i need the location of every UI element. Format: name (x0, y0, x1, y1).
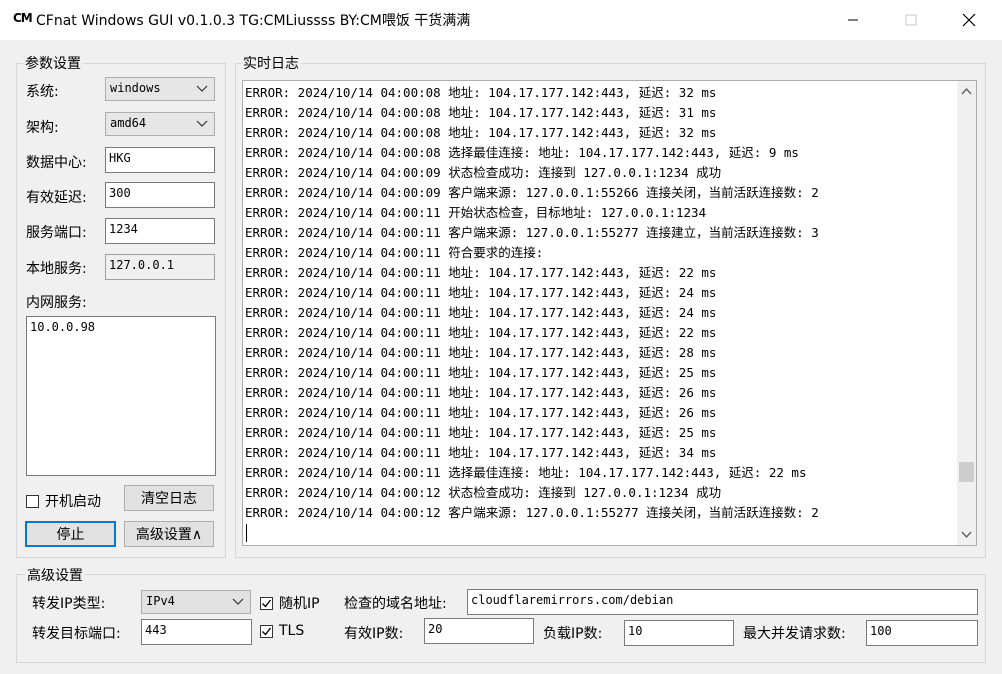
checkbox-box-checked (260, 596, 273, 610)
log-line: ERROR: 2024/10/14 04:00:11 地址: 104.17.17… (245, 285, 717, 300)
checkbox-box (26, 494, 39, 508)
scroll-down-icon[interactable] (961, 530, 972, 539)
checkmark-icon (262, 627, 272, 636)
datacenter-input[interactable]: HKG (105, 147, 215, 173)
log-line: ERROR: 2024/10/14 04:00:08 地址: 104.17.17… (245, 105, 717, 120)
minimize-button[interactable] (830, 0, 876, 40)
random-ip-label: 随机IP (279, 596, 320, 612)
title-bar[interactable]: CM CFnat Windows GUI v0.1.0.3 TG:CMLiuss… (0, 0, 1002, 40)
domain-input[interactable]: cloudflaremirrors.com/debian (467, 589, 978, 615)
log-line: ERROR: 2024/10/14 04:00:11 地址: 104.17.17… (245, 445, 717, 460)
scroll-up-icon[interactable] (961, 87, 972, 96)
log-line: ERROR: 2024/10/14 04:00:11 开始状态检查，目标地址: … (245, 205, 707, 220)
log-line: ERROR: 2024/10/14 04:00:09 客户端来源: 127.0.… (245, 185, 819, 200)
log-line: ERROR: 2024/10/14 04:00:12 客户端来源: 127.0.… (245, 505, 819, 520)
clear-log-button[interactable]: 清空日志 (124, 485, 214, 511)
log-group-title: 实时日志 (241, 53, 301, 73)
ip-type-select[interactable]: IPv4 (141, 590, 251, 614)
log-line: ERROR: 2024/10/14 04:00:08 选择最佳连接: 地址: 1… (245, 145, 799, 160)
service-port-input[interactable]: 1234 (105, 218, 215, 244)
log-line: ERROR: 2024/10/14 04:00:09 状态检查成功: 连接到 1… (245, 165, 722, 180)
autostart-label: 开机启动 (45, 494, 101, 510)
log-line: ERROR: 2024/10/14 04:00:11 地址: 104.17.17… (245, 305, 717, 320)
target-port-input[interactable]: 443 (141, 619, 252, 645)
advanced-toggle-button[interactable]: 高级设置∧ (124, 521, 214, 547)
log-line: ERROR: 2024/10/14 04:00:11 地址: 104.17.17… (245, 365, 717, 380)
delay-input[interactable]: 300 (105, 182, 215, 208)
minimize-icon (848, 19, 858, 21)
arch-select-value: amd64 (110, 116, 147, 130)
lan-service-label: 内网服务: (26, 295, 87, 311)
log-line: ERROR: 2024/10/14 04:00:11 地址: 104.17.17… (245, 405, 717, 420)
random-ip-checkbox[interactable]: 随机IP (260, 593, 320, 613)
close-icon (962, 13, 976, 27)
datacenter-label: 数据中心: (26, 155, 87, 171)
maximize-icon (905, 14, 917, 26)
params-group-title: 参数设置 (23, 53, 83, 73)
app-logo-icon: CM (13, 11, 33, 25)
log-line: ERROR: 2024/10/14 04:00:11 地址: 104.17.17… (245, 425, 717, 440)
valid-ip-label: 有效IP数: (344, 626, 404, 642)
port-label: 服务端口: (26, 225, 87, 241)
system-label: 系统: (26, 84, 59, 100)
scroll-thumb[interactable] (959, 461, 974, 482)
delay-label: 有效延迟: (26, 190, 87, 206)
log-textarea[interactable]: ERROR: 2024/10/14 04:00:08 地址: 104.17.17… (242, 80, 977, 546)
local-service-input: 127.0.0.1 (105, 254, 215, 280)
window-title: CFnat Windows GUI v0.1.0.3 TG:CMLiussss … (36, 13, 471, 29)
lan-service-textarea[interactable]: 10.0.0.98 (26, 316, 216, 476)
local-service-label: 本地服务: (26, 261, 87, 277)
tls-label: TLS (279, 623, 305, 639)
log-line: ERROR: 2024/10/14 04:00:12 状态检查成功: 连接到 1… (245, 485, 722, 500)
log-line: ERROR: 2024/10/14 04:00:11 符合要求的连接: (245, 245, 544, 260)
stop-button[interactable]: 停止 (25, 521, 116, 547)
arch-label: 架构: (26, 120, 59, 136)
log-line: ERROR: 2024/10/14 04:00:11 地址: 104.17.17… (245, 385, 717, 400)
ip-type-label: 转发IP类型: (32, 596, 106, 612)
arch-select[interactable]: amd64 (105, 112, 215, 136)
chevron-down-icon (196, 120, 208, 127)
system-select[interactable]: windows (105, 77, 215, 101)
domain-label: 检查的域名地址: (344, 596, 447, 612)
max-concurrent-input[interactable]: 100 (866, 620, 978, 646)
log-line: ERROR: 2024/10/14 04:00:08 地址: 104.17.17… (245, 85, 717, 100)
maximize-button[interactable] (888, 0, 934, 40)
valid-ip-input[interactable]: 20 (424, 618, 534, 644)
load-ip-label: 负载IP数: (543, 626, 603, 642)
log-line: ERROR: 2024/10/14 04:00:11 选择最佳连接: 地址: 1… (245, 465, 807, 480)
checkbox-box-checked (260, 624, 273, 638)
log-lines: ERROR: 2024/10/14 04:00:08 地址: 104.17.17… (245, 83, 956, 523)
log-scrollbar[interactable] (957, 81, 976, 545)
log-line: ERROR: 2024/10/14 04:00:08 地址: 104.17.17… (245, 125, 717, 140)
log-line: ERROR: 2024/10/14 04:00:11 客户端来源: 127.0.… (245, 225, 819, 240)
load-ip-input[interactable]: 10 (624, 620, 734, 646)
target-port-label: 转发目标端口: (32, 626, 121, 642)
checkmark-icon (262, 599, 272, 608)
log-line: ERROR: 2024/10/14 04:00:11 地址: 104.17.17… (245, 265, 717, 280)
chevron-down-icon (196, 85, 208, 92)
max-concurrent-label: 最大并发请求数: (743, 626, 846, 642)
autostart-checkbox[interactable]: 开机启动 (26, 491, 101, 511)
advanced-group-title: 高级设置 (25, 565, 85, 585)
tls-checkbox[interactable]: TLS (260, 623, 304, 639)
chevron-down-icon (232, 598, 244, 605)
log-line: ERROR: 2024/10/14 04:00:11 地址: 104.17.17… (245, 345, 717, 360)
text-caret (246, 524, 247, 542)
system-select-value: windows (110, 81, 161, 95)
log-line: ERROR: 2024/10/14 04:00:11 地址: 104.17.17… (245, 325, 717, 340)
close-button[interactable] (946, 0, 992, 40)
ip-type-value: IPv4 (146, 594, 175, 608)
